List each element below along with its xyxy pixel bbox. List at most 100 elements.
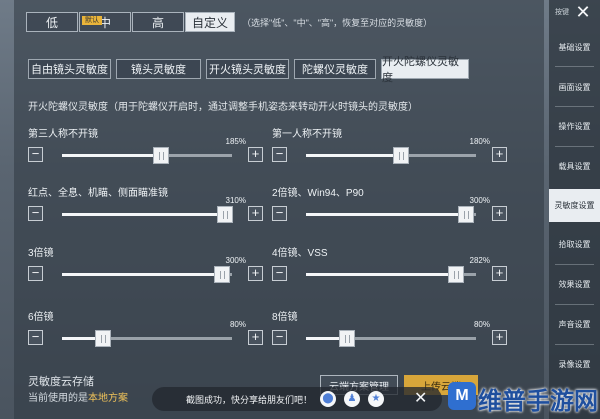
toast-text: 截图成功，快分享给朋友们吧！ [186,394,313,405]
slider-2x-scope: 2倍镜、Win94、P90 300% − + [272,184,512,224]
cloud-subtitle-highlight: 本地方案 [88,393,128,404]
tab-fire-camera[interactable]: 开火镜头灵敏度 [206,59,289,79]
slider-label: 2倍镜、Win94、P90 [272,188,364,199]
sidebar-divider [555,264,594,265]
sidebar-item-replay[interactable]: 录像设置 [549,349,600,379]
tab-description: 开火陀螺仪灵敏度（用于陀螺仪开启时，通过调整手机姿态来转动开火时镜头的灵敏度） [28,102,418,113]
decrease-button[interactable]: − [272,330,287,345]
slider-track[interactable] [62,206,234,223]
slider-value: 185% [225,137,246,146]
slider-value: 310% [225,196,246,205]
slider-thumb[interactable] [152,147,169,164]
slider-6x-scope: 6倍镜 80% − + [28,308,268,348]
slider-value: 80% [229,320,246,329]
screenshot-toast: 截图成功，快分享给朋友们吧！ ⬤ ♟ ★ ✕ [152,387,442,411]
increase-button[interactable]: + [248,147,263,162]
increase-button[interactable]: + [248,206,263,221]
slider-label: 红点、全息、机瞄、侧面瞄准镜 [28,188,168,199]
slider-label: 第三人称不开镜 [28,129,98,140]
toast-close-icon[interactable]: ✕ [414,388,427,408]
slider-thumb[interactable] [447,266,464,283]
increase-button[interactable]: + [248,330,263,345]
watermark-text: 维普手游网 [478,388,598,415]
sidebar-divider [555,106,594,107]
slider-track[interactable] [306,266,476,283]
decrease-button[interactable]: − [272,266,287,281]
sidebar-item-basic[interactable]: 基础设置 [549,32,600,62]
tab-camera[interactable]: 镜头灵敏度 [116,59,201,79]
decrease-button[interactable]: − [28,330,43,345]
decrease-button[interactable]: − [272,147,287,162]
slider-3x-scope: 3倍镜 300% − + [28,244,268,284]
increase-button[interactable]: + [492,266,507,281]
sidebar-item-controls[interactable]: 操作设置 [549,111,600,141]
qzone-icon[interactable]: ★ [368,391,385,407]
slider-thumb[interactable] [457,206,474,223]
decrease-button[interactable]: − [28,147,43,162]
slider-value: 300% [469,196,490,205]
slider-label: 第一人称不开镜 [272,129,342,140]
sensitivity-preset-row: 低 中 高 自定义 默认 （选择"低"、"中"、"高"，恢复至对应的灵敏度） [26,12,432,32]
sensitivity-tabs: 自由镜头灵敏度 镜头灵敏度 开火镜头灵敏度 陀螺仪灵敏度 开火陀螺仪灵敏度 [28,56,474,84]
slider-value: 80% [473,320,490,329]
sidebar-item-sound[interactable]: 声音设置 [549,309,600,339]
sidebar-divider [555,304,594,305]
slider-value: 300% [225,256,246,265]
sidebar-top-tag: 按键 [555,9,569,16]
slider-4x-scope: 4倍镜、VSS 282% − + [272,244,512,284]
increase-button[interactable]: + [248,266,263,281]
increase-button[interactable]: + [492,206,507,221]
sidebar-divider [555,66,594,67]
tab-free-camera[interactable]: 自由镜头灵敏度 [28,59,111,79]
sidebar-item-graphics[interactable]: 画面设置 [549,72,600,102]
slider-track[interactable] [306,206,476,223]
slider-value: 282% [469,256,490,265]
settings-main-panel: 低 中 高 自定义 默认 （选择"低"、"中"、"高"，恢复至对应的灵敏度） 自… [14,0,544,419]
slider-label: 6倍镜 [28,312,54,323]
sidebar-item-effects[interactable]: 效果设置 [549,269,600,299]
slider-thumb[interactable] [213,266,230,283]
slider-thumb[interactable] [217,206,234,223]
sidebar-item-sensitivity[interactable]: 灵敏度设置 [549,189,600,222]
slider-thumb[interactable] [393,147,410,164]
close-icon: ✕ [575,2,591,22]
cloud-subtitle-prefix: 当前使用的是 [28,393,88,404]
slider-value: 180% [469,137,490,146]
slider-track[interactable] [306,147,476,164]
decrease-button[interactable]: − [28,206,43,221]
preset-custom-button[interactable]: 自定义 [185,12,235,32]
slider-label: 4倍镜、VSS [272,248,328,259]
cloud-storage-title: 灵敏度云存储 [28,376,94,388]
slider-label: 8倍镜 [272,312,298,323]
default-tag: 默认 [82,16,102,25]
increase-button[interactable]: + [492,147,507,162]
slider-third-person: 第三人称不开镜 185% − + [28,125,268,165]
sidebar-item-vehicle[interactable]: 载具设置 [549,151,600,181]
preset-high-button[interactable]: 高 [132,12,184,32]
decrease-button[interactable]: − [272,206,287,221]
preset-low-button[interactable]: 低 [26,12,78,32]
slider-track[interactable] [62,266,232,283]
decrease-button[interactable]: − [28,266,43,281]
share-icon[interactable]: ⬤ [320,391,337,407]
slider-track[interactable] [306,330,476,347]
sidebar-divider [555,344,594,345]
slider-thumb[interactable] [94,330,111,347]
qq-icon[interactable]: ♟ [344,391,361,407]
slider-thumb[interactable] [338,330,355,347]
cloud-storage-subtitle: 当前使用的是本地方案 [28,389,128,404]
sidebar-item-pickup[interactable]: 拾取设置 [549,229,600,259]
increase-button[interactable]: + [492,330,507,345]
preset-hint: （选择"低"、"中"、"高"，恢复至对应的灵敏度） [242,17,433,28]
slider-label: 3倍镜 [28,248,54,259]
close-button[interactable]: ✕ [570,1,596,23]
watermark-logo: M [448,382,476,410]
slider-track[interactable] [62,330,232,347]
tab-fire-gyroscope[interactable]: 开火陀螺仪灵敏度 [381,56,469,84]
slider-8x-scope: 8倍镜 80% − + [272,308,512,348]
slider-red-dot: 红点、全息、机瞄、侧面瞄准镜 310% − + [28,184,268,224]
tab-gyroscope[interactable]: 陀螺仪灵敏度 [294,59,376,79]
slider-first-person: 第一人称不开镜 180% − + [272,125,512,165]
sidebar-divider [555,146,594,147]
slider-track[interactable] [62,147,232,164]
